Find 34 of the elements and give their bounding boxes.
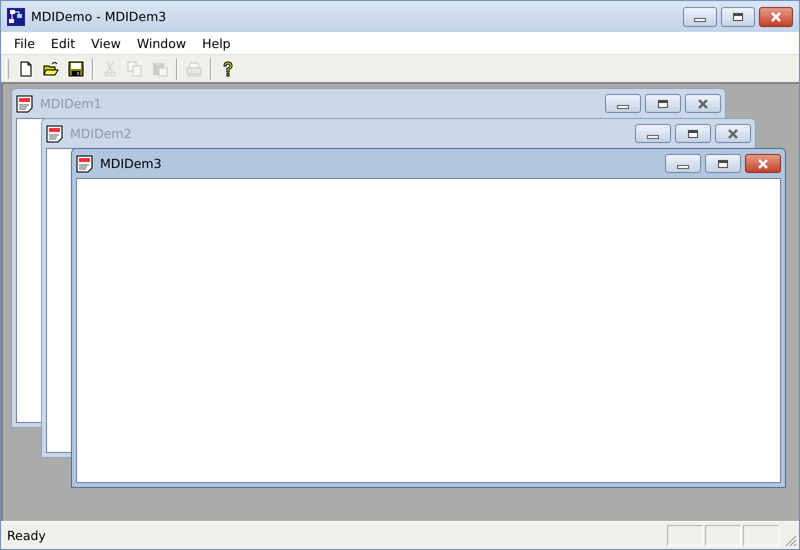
status-text: Ready xyxy=(7,528,46,543)
close-button[interactable] xyxy=(715,124,751,143)
app-icon xyxy=(7,8,25,26)
menu-item[interactable]: File xyxy=(6,36,43,50)
restore-button[interactable] xyxy=(721,6,755,26)
child-window-title: MDIDem2 xyxy=(70,126,132,141)
minimize-button[interactable] xyxy=(683,6,717,26)
close-button[interactable] xyxy=(745,154,781,173)
minimize-button[interactable] xyxy=(665,154,701,173)
document-icon xyxy=(46,124,64,142)
menu-item[interactable]: Window xyxy=(128,36,194,50)
menu-item[interactable]: Help xyxy=(194,36,239,50)
window-title: MDIDemo - MDIDem3 xyxy=(31,9,166,24)
status-pane xyxy=(667,525,703,546)
size-grip-icon xyxy=(785,535,797,547)
menu-item[interactable]: Edit xyxy=(42,36,84,50)
restore-button[interactable] xyxy=(675,124,711,143)
document-icon xyxy=(16,94,34,112)
status-pane xyxy=(705,525,741,546)
close-icon xyxy=(697,98,709,108)
child-window-title: MDIDem1 xyxy=(40,96,102,111)
close-button[interactable] xyxy=(685,94,721,113)
child-window-title: MDIDem3 xyxy=(100,156,162,171)
close-icon xyxy=(727,128,739,138)
menu-item[interactable]: View xyxy=(83,36,129,50)
document-icon xyxy=(76,154,94,172)
close-icon xyxy=(770,12,782,22)
minimize-button[interactable] xyxy=(605,94,641,113)
status-pane xyxy=(743,525,779,546)
restore-button[interactable] xyxy=(645,94,681,113)
close-button[interactable] xyxy=(759,6,793,26)
minimize-button[interactable] xyxy=(635,124,671,143)
close-icon xyxy=(757,158,769,168)
restore-button[interactable] xyxy=(705,154,741,173)
